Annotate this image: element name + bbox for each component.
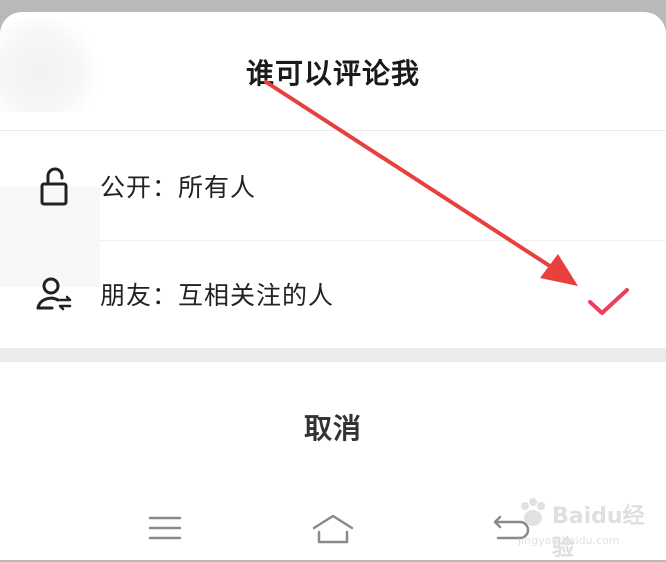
home-icon[interactable] bbox=[308, 508, 358, 548]
option-public-label: 公开：所有人 bbox=[100, 173, 257, 202]
paw-logo-icon bbox=[521, 498, 545, 526]
option-friends-label: 朋友：互相关注的人 bbox=[100, 281, 335, 310]
baidu-watermark: Baidu经验 jingyan.baidu.com bbox=[514, 490, 664, 561]
divider bbox=[0, 130, 666, 131]
bottom-sheet: 谁可以评论我 公开：所有人 朋友：互相关注的人 取消 bbox=[0, 12, 666, 560]
watermark-url: jingyan.baidu.com bbox=[518, 534, 620, 547]
option-friends[interactable]: 朋友：互相关注的人 bbox=[0, 240, 666, 348]
option-public[interactable]: 公开：所有人 bbox=[0, 132, 666, 240]
cancel-button[interactable]: 取消 bbox=[0, 407, 666, 447]
sheet-title: 谁可以评论我 bbox=[245, 57, 420, 90]
menu-icon[interactable] bbox=[140, 508, 190, 548]
unlock-icon bbox=[40, 167, 68, 206]
checkmark-icon bbox=[588, 288, 629, 315]
section-gap bbox=[0, 348, 666, 362]
mutual-follow-icon bbox=[36, 277, 72, 311]
watermark-text: Baidu经验 bbox=[552, 504, 645, 561]
